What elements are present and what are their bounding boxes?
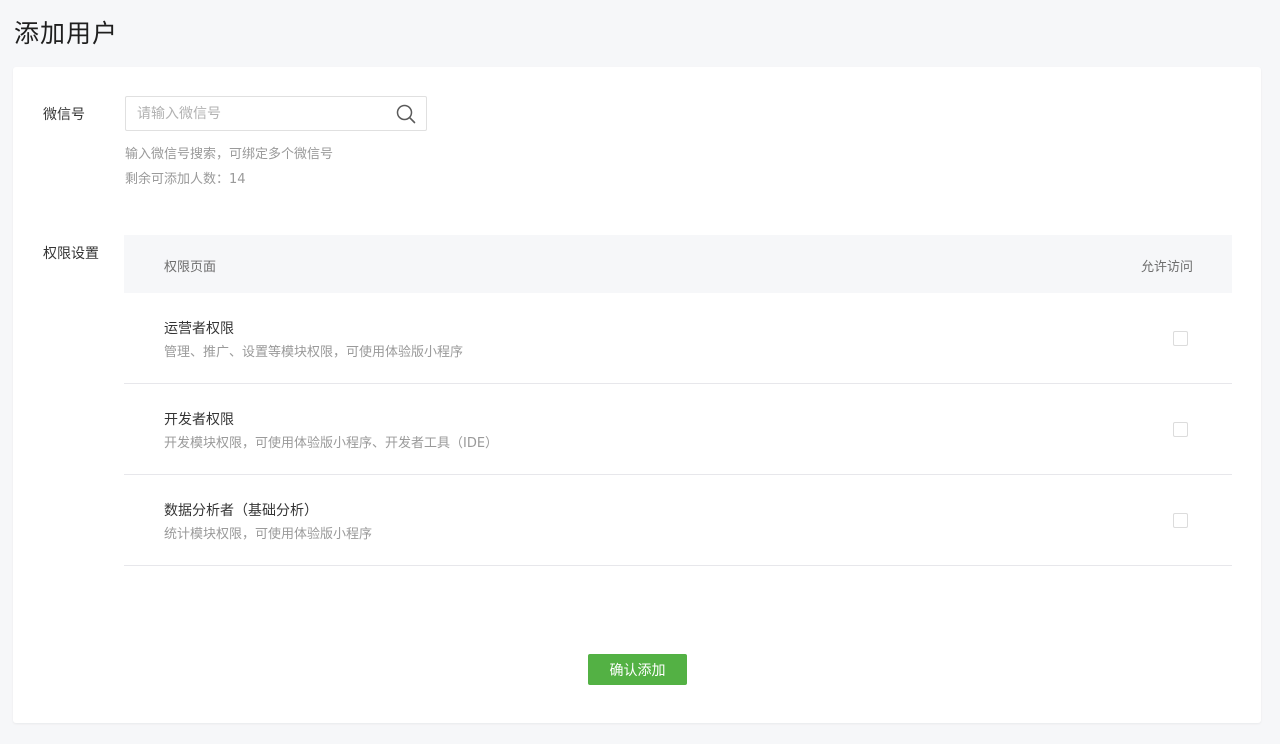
remaining-count: 剩余可添加人数：14 bbox=[125, 172, 246, 187]
permission-checkbox-operator[interactable] bbox=[1173, 331, 1188, 346]
permissions-table-header: 权限页面 允许访问 bbox=[124, 235, 1232, 293]
wechat-hint: 输入微信号搜索，可绑定多个微信号 bbox=[125, 147, 334, 162]
add-user-card: 微信号 输入微信号搜索，可绑定多个微信号 剩余可添加人数：14 权限设置 权限页… bbox=[13, 67, 1261, 723]
permission-name: 数据分析者（基础分析） bbox=[164, 503, 318, 519]
permission-row-operator: 运营者权限 管理、推广、设置等模块权限，可使用体验版小程序 bbox=[124, 293, 1232, 384]
permission-desc: 开发模块权限，可使用体验版小程序、开发者工具（IDE） bbox=[164, 436, 499, 451]
search-icon[interactable] bbox=[396, 104, 416, 124]
permission-checkbox-analyst[interactable] bbox=[1173, 513, 1188, 528]
wechat-search-box bbox=[125, 96, 427, 131]
permission-name: 运营者权限 bbox=[164, 321, 234, 337]
column-header-allow: 允许访问 bbox=[1140, 260, 1193, 275]
permission-desc: 管理、推广、设置等模块权限，可使用体验版小程序 bbox=[164, 345, 464, 360]
column-header-page: 权限页面 bbox=[164, 260, 217, 275]
permission-row-developer: 开发者权限 开发模块权限，可使用体验版小程序、开发者工具（IDE） bbox=[124, 384, 1232, 475]
permissions-table: 权限页面 允许访问 运营者权限 管理、推广、设置等模块权限，可使用体验版小程序 … bbox=[124, 235, 1232, 566]
wechat-label: 微信号 bbox=[43, 107, 85, 123]
permission-checkbox-developer[interactable] bbox=[1173, 422, 1188, 437]
permission-row-analyst: 数据分析者（基础分析） 统计模块权限，可使用体验版小程序 bbox=[124, 475, 1232, 566]
permissions-label: 权限设置 bbox=[43, 246, 99, 262]
page-title: 添加用户 bbox=[14, 19, 119, 48]
permission-desc: 统计模块权限，可使用体验版小程序 bbox=[164, 527, 373, 542]
permission-name: 开发者权限 bbox=[164, 412, 234, 428]
confirm-add-button[interactable]: 确认添加 bbox=[588, 654, 687, 685]
wechat-search-input[interactable] bbox=[126, 97, 386, 130]
